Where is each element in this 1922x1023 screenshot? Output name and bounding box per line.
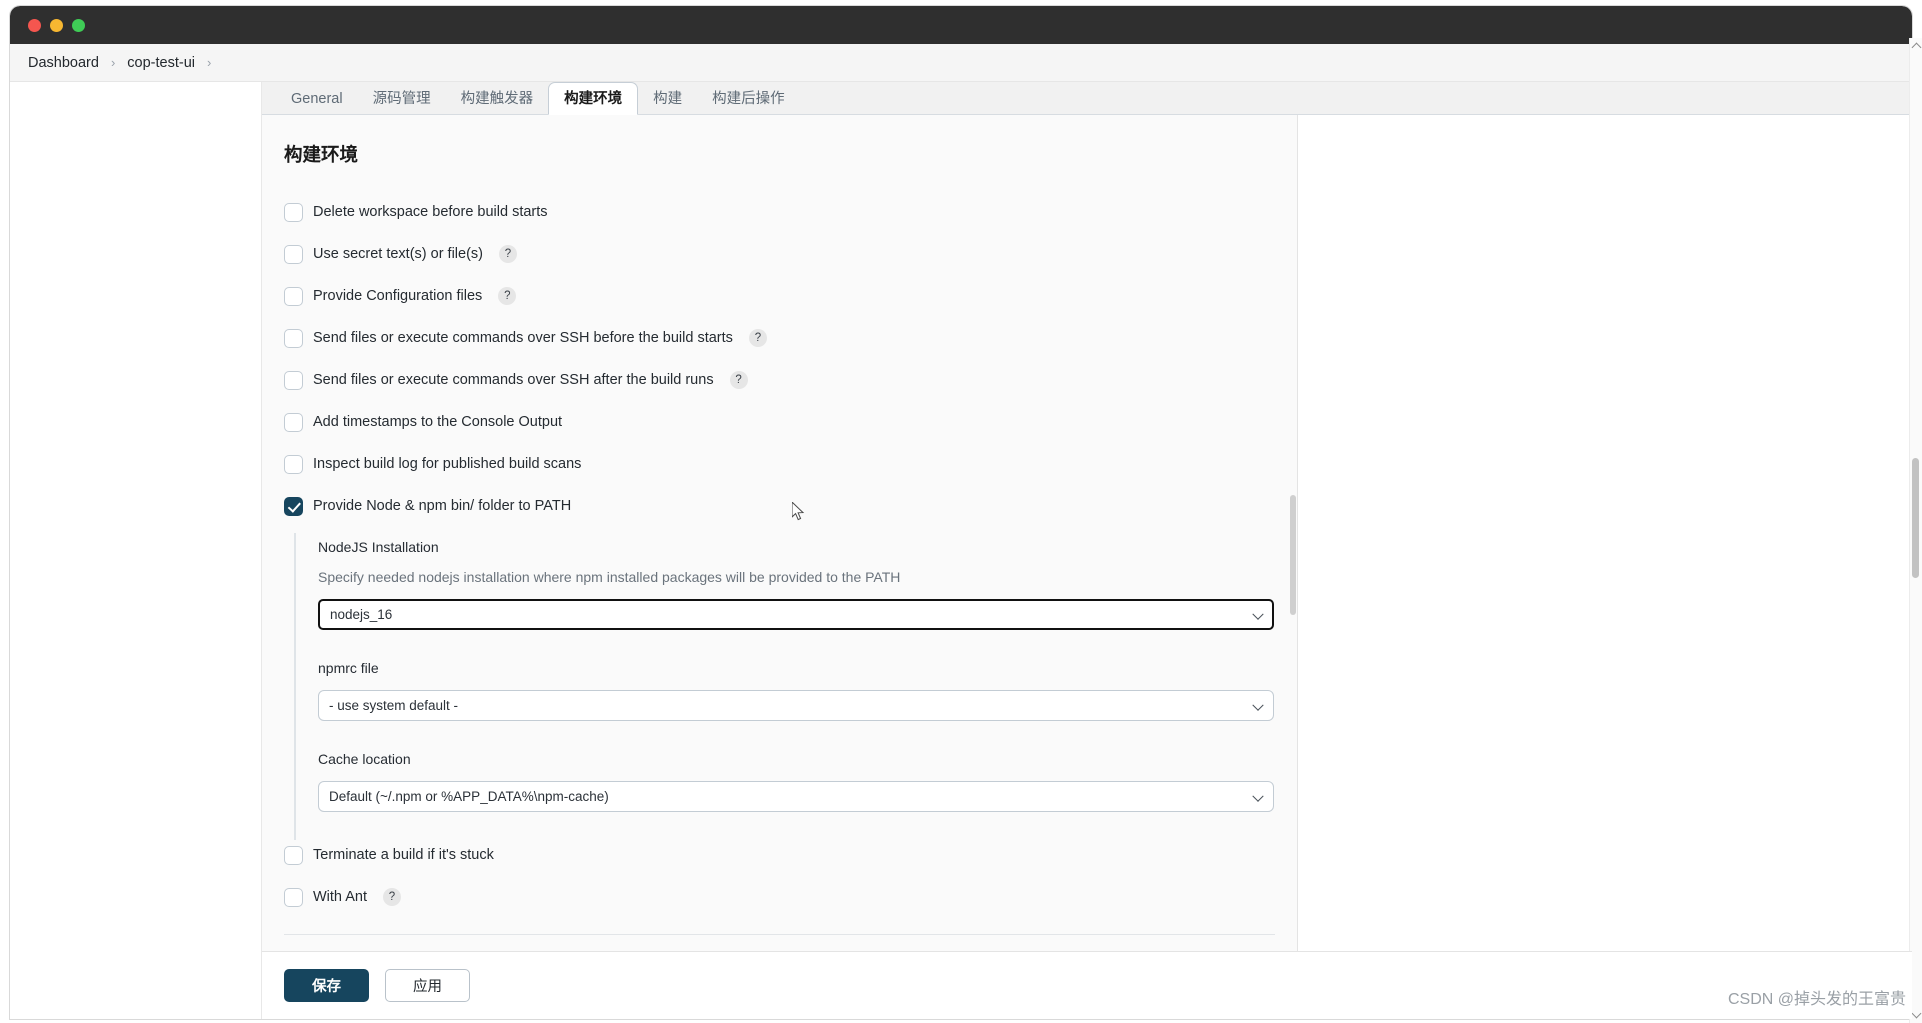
checkbox-ssh-after-build[interactable] [284, 370, 303, 390]
checkbox-provide-node-npm[interactable] [284, 496, 303, 516]
tab-build-triggers[interactable]: 构建触发器 [446, 84, 549, 115]
panel-content: 构建环境 Delete workspace before build start… [262, 115, 1297, 1019]
help-icon[interactable]: ? [748, 329, 767, 347]
checkbox-add-timestamps[interactable] [284, 412, 303, 432]
checkbox-with-ant[interactable] [284, 887, 303, 907]
checkbox-row-provide-config-files[interactable]: Provide Configuration files ? [262, 281, 1297, 311]
breadcrumb: Dashboard › cop-test-ui › [10, 44, 1912, 82]
breadcrumb-item-job[interactable]: cop-test-ui [127, 55, 195, 71]
checkbox-ssh-before-build[interactable] [284, 328, 303, 348]
checkbox-row-provide-node-npm[interactable]: Provide Node & npm bin/ folder to PATH [262, 491, 1297, 521]
checkbox-terminate-stuck-build[interactable] [284, 845, 303, 865]
form-action-bar: 保存 应用 [262, 951, 1912, 1019]
page-title: 构建环境 [284, 144, 359, 165]
npmrc-file-select[interactable]: - use system default - [318, 690, 1274, 721]
nodejs-installation-select[interactable]: nodejs_16 [318, 599, 1274, 630]
minimize-window-icon[interactable] [50, 18, 63, 32]
browser-window: Dashboard › cop-test-ui › General 源码管理 构… [10, 6, 1912, 1019]
tab-build-environment[interactable]: 构建环境 [548, 82, 639, 115]
cache-location-select-wrap: Default (~/.npm or %APP_DATA%\npm-cache) [318, 781, 1274, 812]
nodejs-config-group: NodeJS Installation Specify needed nodej… [294, 533, 1274, 840]
nodejs-installation-description: Specify needed nodejs installation where… [318, 569, 901, 585]
tab-build[interactable]: 构建 [638, 84, 697, 115]
checkbox-row-terminate-stuck-build[interactable]: Terminate a build if it's stuck [262, 840, 1297, 870]
checkbox-label: Provide Configuration files [313, 288, 483, 304]
checkbox-use-secret[interactable] [284, 244, 303, 264]
checkbox-label: Delete workspace before build starts [313, 204, 548, 220]
save-button[interactable]: 保存 [284, 969, 369, 1002]
screen-root: Dashboard › cop-test-ui › General 源码管理 构… [0, 0, 1922, 1023]
checkbox-inspect-build-log[interactable] [284, 454, 303, 474]
build-environment-panel: 构建环境 Delete workspace before build start… [262, 115, 1298, 1019]
npmrc-file-label: npmrc file [318, 660, 379, 676]
close-window-icon[interactable] [28, 18, 41, 32]
checkbox-delete-workspace[interactable] [284, 202, 303, 222]
scroll-up-arrow-icon[interactable] [1911, 42, 1922, 53]
right-gutter [1298, 115, 1818, 1019]
checkbox-row-ssh-after-build[interactable]: Send files or execute commands over SSH … [262, 365, 1297, 395]
breadcrumb-item-dashboard[interactable]: Dashboard [28, 55, 99, 71]
content-column: General 源码管理 构建触发器 构建环境 构建 构建后操作 构建环境 De… [262, 82, 1912, 1019]
checkbox-row-ssh-before-build[interactable]: Send files or execute commands over SSH … [262, 323, 1297, 353]
window-titlebar [10, 6, 1912, 44]
tab-general[interactable]: General [276, 84, 358, 115]
left-sidebar [10, 82, 262, 1019]
help-icon[interactable]: ? [383, 888, 401, 906]
checkbox-label: Provide Node & npm bin/ folder to PATH [313, 498, 572, 514]
nodejs-installation-label: NodeJS Installation [318, 539, 439, 555]
help-icon[interactable]: ? [498, 287, 517, 305]
checkbox-label: Inspect build log for published build sc… [313, 456, 582, 472]
checkbox-label: Use secret text(s) or file(s) [313, 246, 483, 262]
page-scrollbar[interactable] [1909, 38, 1922, 1023]
tab-post-build-actions[interactable]: 构建后操作 [697, 84, 800, 115]
nodejs-installation-select-wrap: nodejs_16 [318, 599, 1274, 630]
breadcrumb-separator-icon: › [110, 55, 116, 70]
checkbox-label: Add timestamps to the Console Output [313, 414, 563, 430]
section-divider [284, 934, 1275, 935]
checkbox-label: Send files or execute commands over SSH … [313, 372, 714, 388]
checkbox-label: Terminate a build if it's stuck [313, 847, 494, 863]
checkbox-label: Send files or execute commands over SSH … [313, 330, 733, 346]
page-scrollbar-thumb[interactable] [1912, 458, 1919, 578]
config-tabbar: General 源码管理 构建触发器 构建环境 构建 构建后操作 [262, 82, 1912, 115]
checkbox-row-add-timestamps[interactable]: Add timestamps to the Console Output [262, 407, 1297, 437]
page-body: General 源码管理 构建触发器 构建环境 构建 构建后操作 构建环境 De… [10, 82, 1912, 1019]
breadcrumb-separator-icon-2: › [206, 55, 212, 70]
scroll-down-arrow-icon[interactable] [1911, 1008, 1922, 1019]
watermark-text: CSDN @掉头发的王富贵 [1727, 991, 1906, 1008]
maximize-window-icon[interactable] [72, 18, 85, 32]
npmrc-file-select-wrap: - use system default - [318, 690, 1274, 721]
cache-location-select[interactable]: Default (~/.npm or %APP_DATA%\npm-cache) [318, 781, 1274, 812]
tab-source-management[interactable]: 源码管理 [358, 84, 446, 115]
checkbox-row-delete-workspace[interactable]: Delete workspace before build starts [262, 197, 1297, 227]
checkbox-row-use-secret[interactable]: Use secret text(s) or file(s) ? [262, 239, 1297, 269]
checkbox-row-with-ant[interactable]: With Ant ? [262, 882, 1297, 912]
checkbox-row-inspect-build-log[interactable]: Inspect build log for published build sc… [262, 449, 1297, 479]
panel-scrollbar-thumb[interactable] [1290, 495, 1296, 615]
checkbox-provide-config-files[interactable] [284, 286, 303, 306]
checkbox-label: With Ant [313, 889, 367, 905]
apply-button[interactable]: 应用 [385, 969, 470, 1002]
cache-location-label: Cache location [318, 751, 411, 767]
help-icon[interactable]: ? [729, 371, 748, 389]
help-icon[interactable]: ? [499, 245, 517, 263]
